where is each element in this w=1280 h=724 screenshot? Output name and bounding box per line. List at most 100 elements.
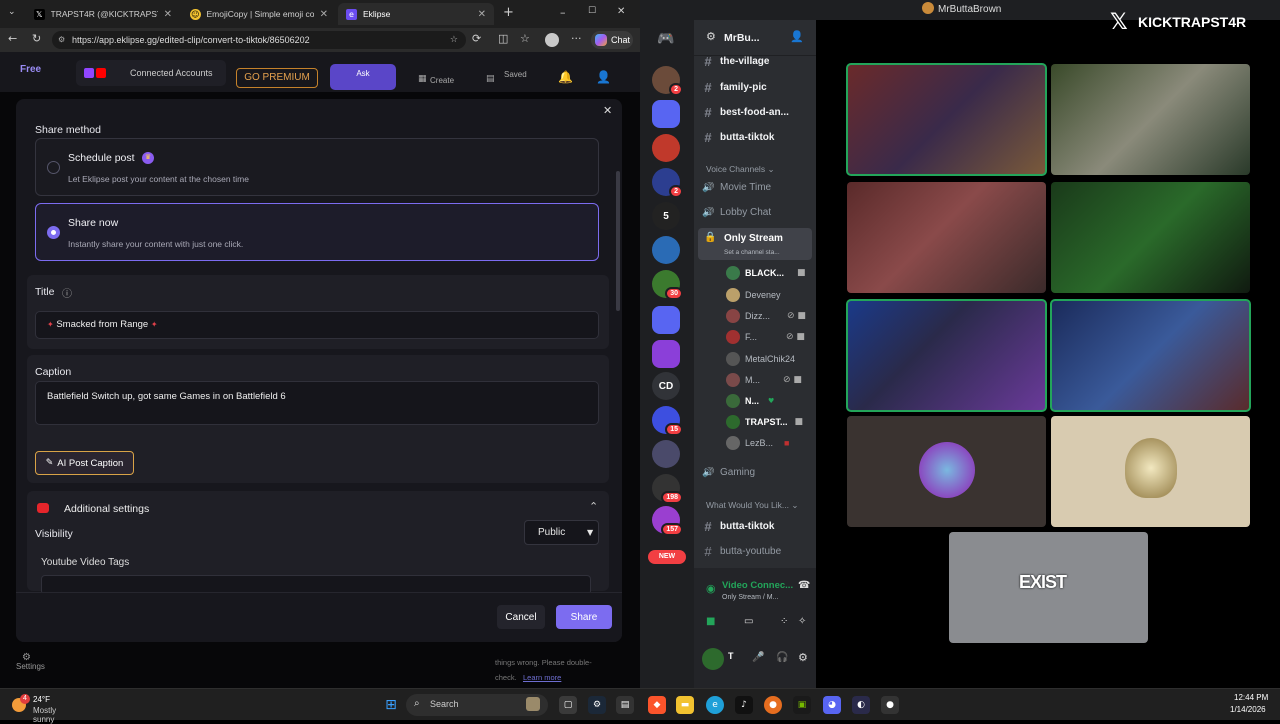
learn-more-link[interactable]: Learn more [523, 673, 561, 682]
share-button[interactable]: Share [556, 605, 612, 629]
firefox-icon[interactable]: ● [764, 696, 782, 714]
server-icon[interactable]: 2 [652, 66, 683, 96]
title-input[interactable]: ✦ Smacked from Range ✦ [35, 311, 599, 339]
clock-date[interactable]: 1/14/2026 [1230, 705, 1266, 714]
tab-eklipse[interactable]: e Eklipse ✕ [338, 3, 494, 25]
visibility-select[interactable]: Public ▼ [524, 520, 599, 545]
file-explorer-icon[interactable]: ▬ [676, 696, 694, 714]
task-view-icon[interactable]: ▢ [559, 696, 577, 714]
server-icon[interactable]: 2 [652, 168, 683, 198]
modal-scrollbar[interactable] [616, 171, 620, 311]
channel-the-village[interactable]: # the-village [702, 54, 812, 69]
server-icon[interactable]: 5 [652, 202, 680, 230]
caption-textarea[interactable]: Battlefield Switch up, got same Games in… [35, 381, 599, 425]
voice-user[interactable]: F... ⊘ ■ [726, 330, 805, 344]
screenshare-icon[interactable]: ▭ [744, 616, 753, 627]
voice-user[interactable]: MetalChik24 [726, 352, 795, 366]
favorites-icon[interactable]: ☆ [520, 32, 530, 45]
url-input[interactable]: ⚙ https://app.eklipse.gg/edited-clip/con… [52, 31, 466, 49]
server-header[interactable]: ⚙ MrBu... 👤 [694, 20, 816, 56]
voice-channel-movie-time[interactable]: 🔊 Movie Time [702, 182, 812, 193]
steam-icon[interactable]: ⚙ [588, 696, 606, 714]
windows-start-icon[interactable]: ⊞ [382, 696, 400, 714]
tab-x[interactable]: 𝕏 TRAPST4R (@KICKTRAPST4R) / X ✕ [26, 3, 180, 25]
video-tile[interactable] [1051, 416, 1250, 527]
create-button[interactable]: Create [430, 76, 454, 85]
saved-button[interactable]: Saved [504, 70, 527, 79]
more-menu-icon[interactable]: ··· [571, 32, 582, 45]
tiktok-icon[interactable]: ♪ [735, 696, 753, 714]
chevron-up-icon[interactable]: ⌃ [589, 500, 598, 513]
discord-taskbar-icon[interactable]: ◕ [823, 696, 841, 714]
tab-emojicopy[interactable]: ☺ EmojiCopy | Simple emoji copy a... ✕ [182, 3, 336, 25]
close-icon[interactable]: ✕ [320, 9, 328, 20]
share-now-option[interactable]: Share now Instantly share your content w… [35, 203, 599, 261]
schedule-post-radio[interactable] [47, 161, 60, 174]
category-what-would-you-like[interactable]: What Would You Lik... ⌄ [706, 500, 799, 511]
user-avatar[interactable] [702, 648, 724, 670]
maximize-icon[interactable]: ☐ [588, 6, 596, 16]
video-tile[interactable] [1051, 64, 1250, 175]
channel-butta-tiktok-2[interactable]: # butta-tiktok [702, 519, 812, 534]
brave-icon[interactable]: ◆ [648, 696, 666, 714]
video-tile[interactable]: EXIST [949, 532, 1148, 643]
edge-icon[interactable]: e [706, 696, 724, 714]
close-icon[interactable]: ✕ [478, 9, 486, 20]
channel-family-pic[interactable]: # family-pic [702, 80, 812, 95]
headphones-icon[interactable]: 🎧 [776, 652, 788, 663]
additional-settings-label[interactable]: Additional settings [64, 503, 149, 515]
server-icon[interactable]: 15 [652, 406, 683, 436]
video-tile[interactable] [847, 182, 1046, 293]
go-premium-button[interactable]: GO PREMIUM [236, 68, 318, 88]
site-info-icon[interactable]: ⚙ [58, 31, 65, 49]
nvidia-icon[interactable]: ▣ [793, 696, 811, 714]
server-icon[interactable] [652, 134, 680, 162]
voice-user[interactable]: TRAPST... ■ [726, 415, 803, 429]
activities-icon[interactable]: ⁘ [780, 616, 788, 627]
video-tile[interactable] [847, 416, 1046, 527]
window-close-icon[interactable]: ✕ [617, 6, 625, 17]
app-icon[interactable]: ● [881, 696, 899, 714]
schedule-post-option[interactable]: Schedule post ♛ Let Eklipse post your co… [35, 138, 599, 196]
voice-user[interactable]: N... ♥ [726, 394, 774, 408]
connected-accounts-button[interactable]: Connected Accounts [76, 60, 226, 86]
voice-user[interactable]: BLACK... ■ [726, 266, 806, 280]
voice-user[interactable]: Dizz... ⊘ ■ [726, 309, 806, 323]
notification-bell-icon[interactable]: 🔔 [558, 70, 573, 84]
user-settings-icon[interactable]: ⚙ [798, 651, 808, 664]
folder-icon[interactable] [652, 100, 680, 128]
channel-butta-youtube[interactable]: # butta-youtube [702, 544, 812, 559]
taskbar-search[interactable]: ⌕ Search [406, 694, 548, 716]
video-tile[interactable] [846, 63, 1047, 176]
share-now-radio[interactable] [47, 226, 60, 239]
tab-menu-icon[interactable]: ⌄ [8, 7, 16, 17]
microphone-icon[interactable]: 🎤 [752, 652, 764, 663]
voice-user[interactable]: LezB... ■ [726, 436, 789, 450]
cancel-button[interactable]: Cancel [497, 605, 545, 629]
folder-icon[interactable] [652, 306, 680, 334]
video-tile[interactable] [1051, 182, 1250, 293]
new-tab-icon[interactable]: + [503, 5, 514, 20]
camera-icon[interactable]: ■ [706, 616, 715, 627]
server-icon[interactable]: 157 [652, 506, 683, 536]
voice-category[interactable]: Voice Channels ⌄ [706, 164, 775, 175]
minimize-icon[interactable]: – [560, 6, 566, 19]
app-icon[interactable]: ◐ [852, 696, 870, 714]
voice-user[interactable]: M... ⊘ ■ [726, 373, 802, 387]
voice-channel-lobby-chat[interactable]: 🔊 Lobby Chat [702, 207, 812, 218]
voice-channel-only-stream[interactable]: 🔒 Only Stream Set a channel sta... [698, 228, 812, 260]
channel-best-food[interactable]: # best-food-an... [702, 105, 812, 120]
weather-widget[interactable]: 4 24°F Mostly sunny [8, 694, 78, 724]
close-icon[interactable]: ✕ [164, 9, 172, 20]
reload-icon[interactable]: ↻ [32, 32, 41, 45]
app-icon[interactable]: ▤ [616, 696, 634, 714]
user-account-icon[interactable]: 👤 [596, 70, 611, 84]
channel-butta-tiktok[interactable]: # butta-tiktok [702, 130, 812, 145]
add-user-icon[interactable]: 👤 [790, 30, 804, 43]
voice-channel-gaming[interactable]: 🔊 Gaming [702, 467, 812, 478]
favorite-star-icon[interactable]: ☆ [450, 31, 458, 49]
video-tile[interactable] [846, 299, 1047, 412]
back-icon[interactable]: ← [8, 32, 17, 45]
clock-time[interactable]: 12:44 PM [1234, 693, 1268, 702]
server-icon[interactable] [652, 440, 680, 468]
